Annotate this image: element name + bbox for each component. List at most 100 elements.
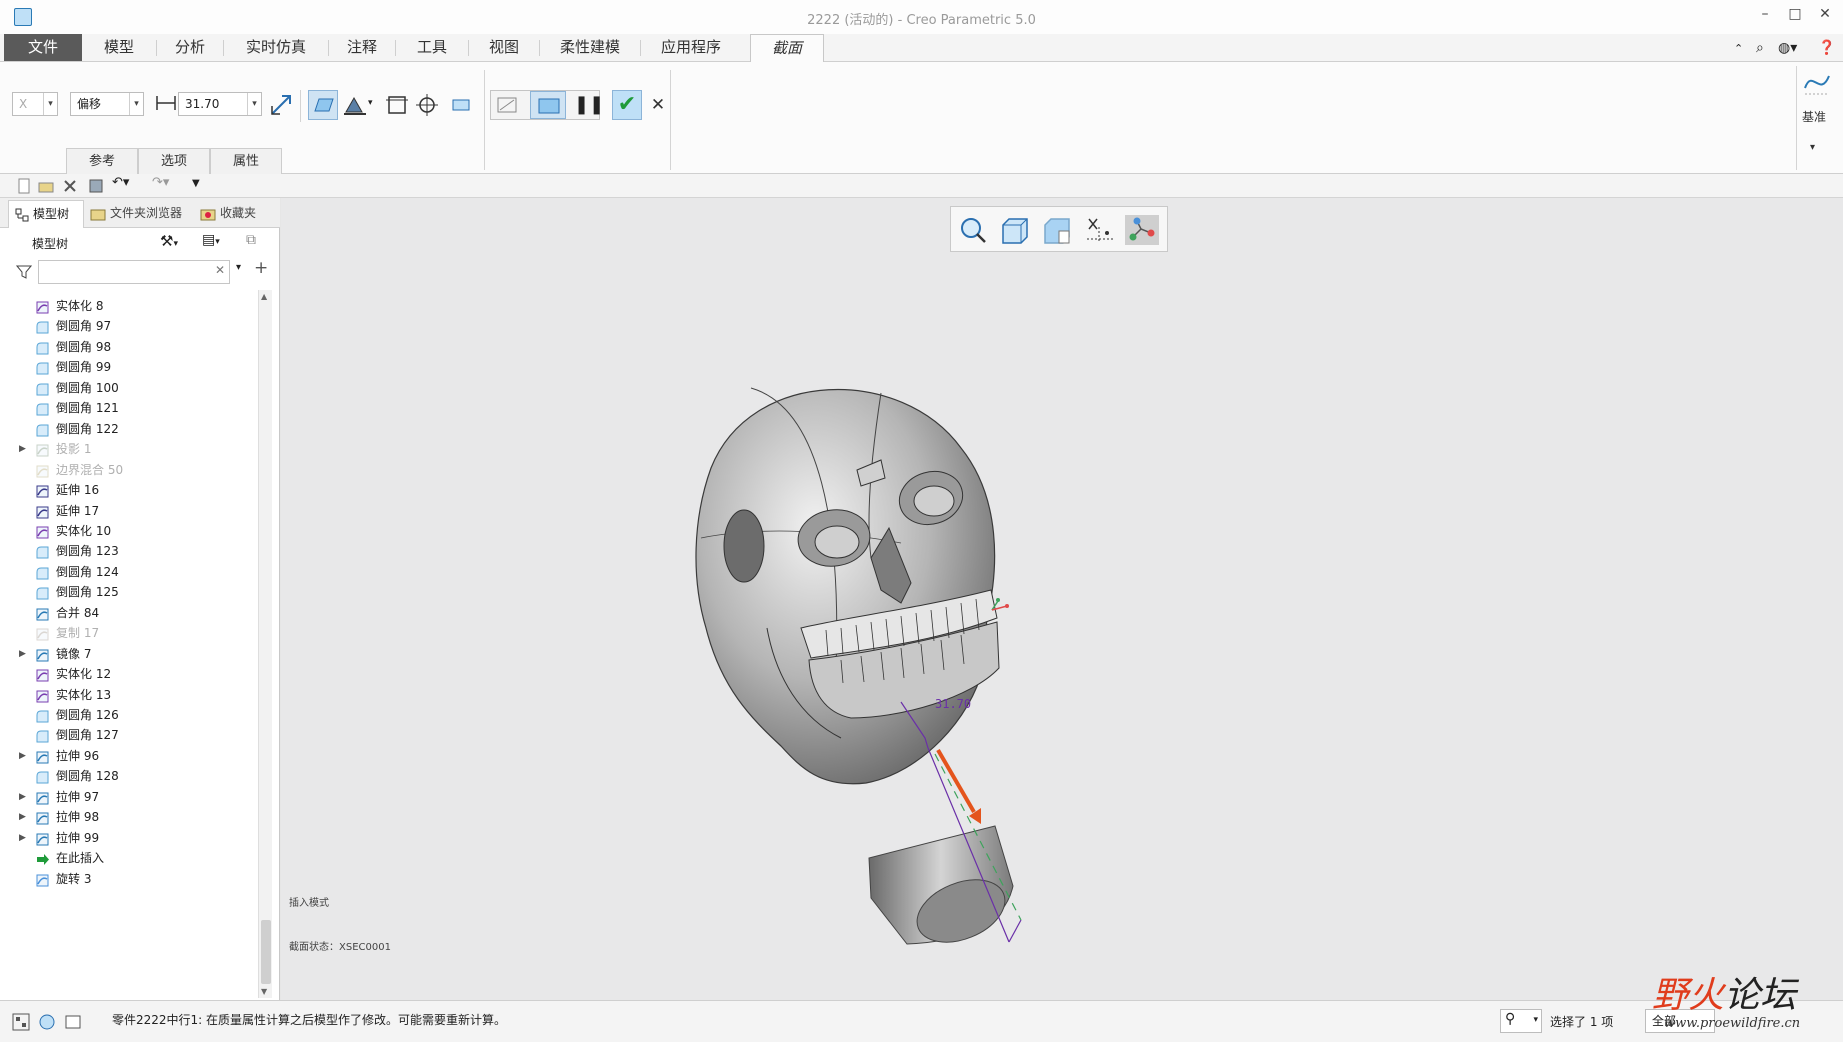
collapse-ribbon-icon[interactable]: ⌃ — [1734, 42, 1743, 55]
datum-curve-icon[interactable] — [1802, 68, 1832, 98]
capping-color-icon[interactable] — [342, 92, 368, 118]
tab-tools[interactable]: 工具 — [396, 34, 468, 61]
extrude-icon — [35, 749, 50, 764]
browser-toggle-icon[interactable] — [38, 1013, 56, 1031]
clip-region-icon[interactable] — [384, 92, 410, 118]
tab-folder-browser-label: 文件夹浏览器 — [110, 206, 183, 220]
community-icon[interactable]: ◍▾ — [1778, 40, 1797, 56]
chevron-down-icon[interactable]: ▾ — [368, 98, 373, 108]
redo-icon[interactable]: ↷▾ — [152, 175, 169, 191]
datum-group-label[interactable]: 基准 — [1802, 108, 1826, 125]
solidify-icon — [35, 688, 50, 703]
flip-direction-icon[interactable] — [268, 92, 294, 118]
clear-search-icon[interactable]: ✕ — [215, 263, 225, 277]
scrollbar-thumb[interactable] — [261, 920, 271, 984]
tree-settings-icon[interactable]: ⚒▾ — [160, 232, 178, 250]
tab-model-tree[interactable]: 模型树 — [8, 200, 84, 228]
projection-icon — [35, 442, 50, 457]
subtab-properties[interactable]: 属性 — [210, 148, 282, 174]
add-filter-icon[interactable]: + — [254, 258, 268, 278]
tab-favorites[interactable]: 收藏夹 — [196, 200, 268, 228]
boundary-blend-icon — [35, 463, 50, 478]
round-icon — [35, 401, 50, 416]
open-folder-icon[interactable] — [38, 178, 54, 194]
scroll-up-icon[interactable]: ▲ — [261, 292, 267, 301]
pause-icon[interactable]: ❚❚ — [574, 92, 604, 118]
round-icon — [35, 708, 50, 723]
folder-icon — [90, 209, 106, 221]
selection-count: 选择了 1 项 — [1550, 1015, 1614, 1029]
tab-annotate[interactable]: 注释 — [329, 34, 395, 61]
extend-icon — [35, 504, 50, 519]
status-message: 零件2222中行1: 在质量属性计算之后模型作了修改。可能需要重新计算。 — [112, 1013, 507, 1027]
maximize-icon[interactable]: □ — [1785, 6, 1805, 22]
graphics-window[interactable]: 31.70 插入模式 截面状态：XSEC0001 — [281, 198, 1843, 1000]
extrude-icon — [35, 810, 50, 825]
section-plane-icon[interactable] — [308, 90, 338, 120]
window-title: 2222 (活动的) - Creo Parametric 5.0 — [807, 13, 1036, 28]
offset-input[interactable]: 31.70 ▾ — [178, 92, 262, 116]
tree-scrollbar[interactable]: ▲ ▼ — [258, 290, 272, 998]
navigator-toggle-icon[interactable] — [12, 1013, 30, 1031]
skull-model[interactable] — [695, 387, 1014, 954]
close-window-icon[interactable] — [62, 178, 78, 194]
close-icon[interactable]: ✕ — [1815, 6, 1835, 22]
chevron-down-icon: ▾ — [129, 93, 143, 115]
tab-file[interactable]: 文件 — [4, 34, 82, 61]
show-menu-icon[interactable]: ▤▾ — [202, 232, 220, 248]
subtab-options[interactable]: 选项 — [138, 148, 210, 174]
tree-filter-settings-icon[interactable]: ⧉ — [246, 232, 256, 248]
chevron-down-icon[interactable]: ▾ — [1810, 142, 1815, 153]
watermark-url: www.proewildfire.cn — [1664, 1016, 1801, 1031]
selection-filter-button[interactable]: ⚲ ▾ — [1500, 1009, 1542, 1033]
axis-value: X — [19, 97, 28, 111]
save-icon[interactable] — [88, 178, 104, 194]
tab-analysis[interactable]: 分析 — [157, 34, 223, 61]
offset-dimension-label[interactable]: 31.70 — [935, 697, 971, 711]
tab-folder-browser[interactable]: 文件夹浏览器 — [86, 200, 194, 228]
navigator-tabs: 模型树 文件夹浏览器 收藏夹 — [0, 198, 280, 228]
tab-model[interactable]: 模型 — [82, 34, 156, 61]
merge-icon — [35, 606, 50, 621]
chevron-down-icon[interactable]: ▾ — [236, 262, 241, 273]
tab-view[interactable]: 视图 — [469, 34, 539, 61]
extrude-icon — [35, 831, 50, 846]
subtab-references[interactable]: 参考 — [66, 148, 138, 174]
cancel-button[interactable]: ✕ — [646, 92, 670, 118]
preview-window-icon[interactable] — [448, 92, 474, 118]
tab-flexible-modeling[interactable]: 柔性建模 — [540, 34, 640, 61]
round-icon — [35, 544, 50, 559]
preview-without-cap-icon[interactable] — [494, 92, 520, 118]
chevron-down-icon: ▾ — [1533, 1015, 1538, 1025]
tree-item[interactable]: 旋转 3 — [0, 867, 258, 891]
preview-with-cap-icon[interactable] — [530, 91, 566, 119]
new-file-icon[interactable] — [16, 178, 32, 194]
tree-search-input[interactable]: ✕ — [38, 260, 230, 284]
axis-select[interactable]: X ▾ — [12, 92, 58, 116]
fullscreen-icon[interactable] — [64, 1013, 82, 1031]
round-icon — [35, 360, 50, 375]
scroll-down-icon[interactable]: ▼ — [261, 987, 267, 996]
round-icon — [35, 319, 50, 334]
section-type-select[interactable]: 偏移 ▾ — [70, 92, 144, 116]
minimize-icon[interactable]: – — [1755, 6, 1775, 22]
model-tree-icon — [15, 208, 29, 222]
tab-favorites-label: 收藏夹 — [220, 206, 257, 220]
navigator-panel: 模型树 文件夹浏览器 收藏夹 模型树 ⚒▾ ▤▾ ⧉ ✕ ▾ + 实体化 8 倒圆… — [0, 198, 280, 1000]
favorites-icon — [200, 209, 216, 221]
tab-applications[interactable]: 应用程序 — [641, 34, 741, 61]
move-dragger-icon[interactable] — [414, 92, 440, 118]
help-icon[interactable]: ❓ — [1818, 40, 1835, 56]
confirm-button[interactable]: ✔ — [612, 90, 642, 120]
copy-icon — [35, 626, 50, 641]
search-icon[interactable]: ⌕ — [1756, 40, 1764, 56]
tab-section[interactable]: 截面 — [750, 34, 824, 62]
status-bar: 零件2222中行1: 在质量属性计算之后模型作了修改。可能需要重新计算。 ⚲ ▾… — [0, 1000, 1843, 1042]
extrude-icon — [35, 790, 50, 805]
ribbon-tabs: 文件 模型 分析 实时仿真 注释 工具 视图 柔性建模 应用程序 截面 ⌃ ⌕ … — [0, 34, 1843, 62]
undo-icon[interactable]: ↶▾ — [112, 175, 129, 191]
tab-live-simulation[interactable]: 实时仿真 — [224, 34, 328, 61]
customize-toolbar-icon[interactable]: ▼ — [192, 178, 208, 194]
section-type-value: 偏移 — [77, 97, 102, 111]
round-icon — [35, 381, 50, 396]
